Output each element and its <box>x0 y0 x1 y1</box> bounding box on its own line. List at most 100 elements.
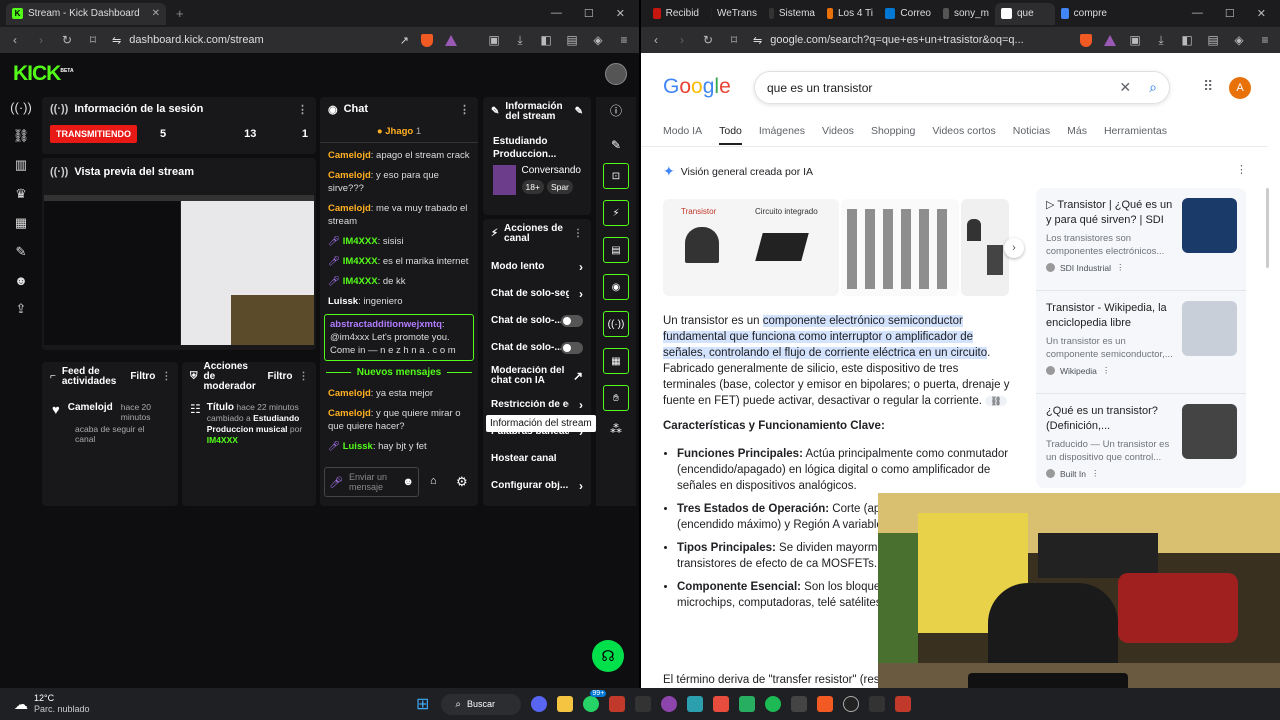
sidebar-icon[interactable]: ◧ <box>539 33 553 47</box>
taskbar-search[interactable]: ⌕ Buscar <box>441 693 522 715</box>
reload-icon[interactable]: ↻ <box>701 33 715 47</box>
forward-icon[interactable]: › <box>34 33 48 47</box>
channel-action-item[interactable]: Chat de solo-... <box>483 307 591 334</box>
new-tab-button[interactable]: + <box>176 6 184 21</box>
link-chip-icon[interactable]: ⛓ <box>985 396 1007 406</box>
share-icon[interactable]: ↗ <box>400 34 409 47</box>
feed-filter-button[interactable]: Filtro <box>130 372 155 382</box>
mod-user[interactable]: IM4XXX <box>207 435 238 445</box>
close-window-icon[interactable]: ✕ <box>1257 7 1266 20</box>
brave-rewards-icon[interactable] <box>1104 34 1116 46</box>
browser-tab[interactable]: compre <box>1055 3 1113 25</box>
source-title[interactable]: ¿Qué es un transistor? (Definición,... <box>1046 404 1174 434</box>
google-logo[interactable]: Google <box>663 75 731 99</box>
clear-icon[interactable]: ✕ <box>1119 79 1131 96</box>
ai-image-components[interactable] <box>841 199 959 296</box>
user-avatar[interactable] <box>605 63 627 85</box>
chat-message[interactable]: 🎤︎ IM4XXX: de kk <box>320 274 478 289</box>
stream-category[interactable]: Conversando <box>522 165 581 176</box>
minimize-icon[interactable]: — <box>551 7 562 20</box>
chat-username[interactable]: Camelojd <box>328 388 371 399</box>
chat-message[interactable]: Camelojd: y que quiere mirar o que quier… <box>320 406 478 434</box>
search-tab[interactable]: Noticias <box>1013 125 1050 145</box>
wallet-icon[interactable]: ▤ <box>565 33 579 47</box>
browser-tab[interactable]: WeTrans <box>705 3 763 25</box>
whatsapp-icon[interactable]: 99+ <box>583 690 607 712</box>
close-tab-icon[interactable]: ✕ <box>152 8 160 19</box>
info-icon[interactable]: ⓘ <box>610 102 622 119</box>
download-icon[interactable]: ⤓ <box>1154 33 1168 48</box>
site-info-icon[interactable]: ⇋ <box>112 34 121 47</box>
stream-preview-video[interactable] <box>44 195 314 345</box>
bookmark-icon[interactable]: ⌑ <box>727 33 741 47</box>
apps-icon[interactable]: ⁂ <box>610 422 622 436</box>
live-icon[interactable] <box>635 696 652 712</box>
tab-kick-dashboard[interactable]: K Stream - Kick Dashboard ✕ <box>6 2 166 25</box>
highlighted-message[interactable]: abstractadditionwejxmtq: @im4xxx Let's p… <box>324 314 474 361</box>
search-tab[interactable]: Más <box>1067 125 1087 145</box>
search-tab[interactable]: Todo <box>719 125 742 145</box>
more-vert-icon[interactable]: ⋮ <box>1102 365 1111 376</box>
back-icon[interactable]: ‹ <box>8 33 22 47</box>
browser-tab[interactable]: Sistema <box>763 3 821 25</box>
source-title[interactable]: ▷ Transistor | ¿Qué es un y para qué sir… <box>1046 198 1174 228</box>
image-carousel-next[interactable]: › <box>1004 238 1024 258</box>
mod-filter-button[interactable]: Filtro <box>268 372 293 382</box>
more-vert-icon[interactable]: ⋮ <box>1236 163 1247 176</box>
apps-grid-icon[interactable]: ⠿ <box>1203 78 1213 95</box>
source-title[interactable]: Transistor - Wikipedia, la enciclopedia … <box>1046 301 1174 331</box>
document-icon[interactable]: ▤ <box>603 237 629 263</box>
reader-icon[interactable]: ▣ <box>487 33 501 47</box>
upload-icon[interactable]: ⇪ <box>16 301 27 317</box>
link-icon[interactable]: ⛓ <box>13 128 30 144</box>
clip-icon[interactable]: ⊡ <box>603 163 629 189</box>
ai-image-transistor[interactable]: Transistor Circuito integrado <box>663 199 839 296</box>
search-box[interactable]: que es un transistor ✕ ⌕ <box>754 71 1170 104</box>
wallet-icon[interactable]: ▤ <box>1206 33 1220 47</box>
scrollbar[interactable] <box>1266 188 1269 268</box>
menu-icon[interactable]: ≡ <box>1258 33 1272 47</box>
edit-icon[interactable]: ✎ <box>611 138 621 152</box>
brave-rewards-icon[interactable] <box>445 34 457 46</box>
more-icon[interactable]: ⋮ <box>573 229 583 239</box>
source-card[interactable]: ▷ Transistor | ¿Qué es un y para qué sir… <box>1036 188 1246 291</box>
browser-tab[interactable]: Correo <box>879 3 937 25</box>
url-field[interactable]: ⇋ google.com/search?q=que+es+un+trasisto… <box>753 34 1068 47</box>
ai-image-packages[interactable] <box>961 199 1009 296</box>
browser-tab[interactable]: Recibid <box>647 3 705 25</box>
app-icon[interactable] <box>895 696 912 712</box>
sidebar-icon[interactable]: ◧ <box>1180 33 1194 47</box>
chat-message[interactable]: Camelojd: y eso para que sirve??? <box>320 168 478 196</box>
tools-icon[interactable]: ✎ <box>16 244 27 260</box>
browser-tab[interactable]: Los 4 Ti <box>821 3 879 25</box>
app-icon[interactable] <box>791 696 808 712</box>
reload-icon[interactable]: ↻ <box>60 33 74 47</box>
pencil-icon[interactable]: ✎ <box>575 106 583 117</box>
feed-user[interactable]: Camelojd <box>68 402 113 413</box>
chat-message[interactable]: Camelojd: apago el stream crack <box>320 148 478 163</box>
forward-icon[interactable]: › <box>675 33 689 47</box>
emoji-icon[interactable]: ☻ <box>402 476 414 488</box>
chat-username[interactable]: Luissk <box>343 441 373 452</box>
channel-action-item[interactable]: Hostear canal <box>483 445 591 472</box>
chat-message[interactable]: Camelojd: ya esta mejor <box>320 386 478 401</box>
more-icon[interactable]: ⋮ <box>297 103 308 116</box>
maximize-icon[interactable]: ☐ <box>584 7 594 20</box>
vpn-icon[interactable]: ◈ <box>591 33 605 47</box>
bolt-icon[interactable]: ⚡︎ <box>603 200 629 226</box>
chat-username[interactable]: IM4XXX <box>343 256 378 267</box>
browser-tab[interactable]: sony_m <box>937 3 995 25</box>
more-icon[interactable]: ⋮ <box>299 372 309 382</box>
weather-widget[interactable]: ☁ 12°C Parc. nublado <box>0 693 200 715</box>
chat-message[interactable]: 🎤︎ IM4XXX: sisisi <box>320 234 478 249</box>
chat-message[interactable]: 🎤︎ Luissk: hay bjt y fet <box>320 439 478 454</box>
browser-tab[interactable]: que <box>995 2 1055 25</box>
chat-message[interactable]: Camelojd: me va muy trabado el stream <box>320 201 478 229</box>
community-icon[interactable]: ☻ <box>14 273 28 288</box>
windows-start-icon[interactable]: ⊞ <box>416 694 429 714</box>
download-icon[interactable]: ⤓ <box>513 33 527 48</box>
search-tab[interactable]: Imágenes <box>759 125 805 145</box>
channel-action-item[interactable]: Moderación del chat con IA ↗ <box>483 361 591 391</box>
app-icon[interactable] <box>661 696 678 712</box>
analytics-icon[interactable]: ▥ <box>15 157 27 173</box>
